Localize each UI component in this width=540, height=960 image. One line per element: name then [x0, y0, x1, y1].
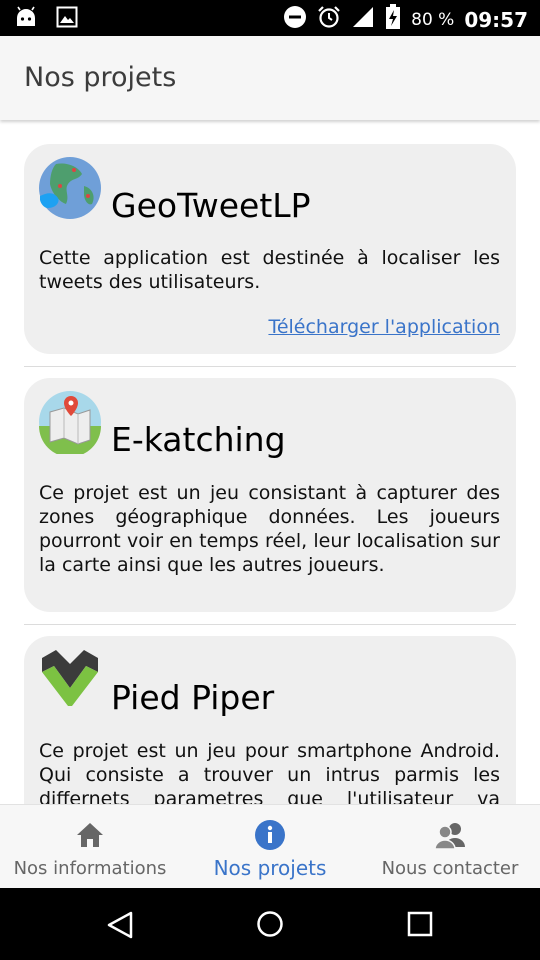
home-circle-icon[interactable]	[256, 910, 284, 943]
globe-twitter-icon	[38, 156, 102, 220]
nav-label: Nos projets	[213, 856, 327, 880]
nav-label: Nous contacter	[381, 858, 519, 879]
signal-icon	[351, 5, 375, 34]
nav-label: Nos informations	[13, 858, 167, 879]
contacts-icon	[434, 819, 466, 851]
back-icon[interactable]	[106, 910, 134, 945]
project-description: Ce projet est un jeu pour smartphone And…	[39, 740, 500, 804]
clock: 09:57	[464, 7, 528, 32]
battery-percentage: 80 %	[411, 9, 455, 30]
pied-piper-logo-icon	[38, 648, 102, 712]
divider	[24, 366, 516, 367]
android-icon	[14, 6, 38, 33]
app-bar: Nos projets	[0, 36, 540, 120]
recents-icon[interactable]	[407, 911, 433, 942]
project-card-ekatching: E-katching Ce projet est un jeu consista…	[24, 378, 516, 612]
system-navigation-bar	[0, 888, 540, 960]
project-card-pied-piper: Pied Piper Ce projet est un jeu pour sma…	[24, 636, 516, 804]
status-bar: 80 % 09:57	[0, 0, 540, 36]
nav-item-projets[interactable]: Nos projets	[180, 805, 360, 889]
nav-item-contacter[interactable]: Nous contacter	[360, 805, 540, 889]
project-title: E-katching	[111, 420, 286, 459]
battery-charging-icon	[385, 4, 401, 35]
project-card-geotweetlp: GeoTweetLP Cette application est destiné…	[24, 144, 516, 354]
alarm-icon	[317, 5, 341, 34]
projects-list[interactable]: GeoTweetLP Cette application est destiné…	[0, 122, 540, 804]
bottom-navigation: Nos informations Nos projets Nous contac…	[0, 804, 540, 889]
page-title: Nos projets	[24, 62, 177, 93]
image-icon	[56, 6, 78, 33]
divider	[24, 624, 516, 625]
project-title: GeoTweetLP	[111, 186, 311, 225]
do-not-disturb-icon	[283, 5, 307, 34]
map-pin-icon	[38, 390, 102, 457]
home-icon	[74, 819, 106, 851]
project-description: Cette application est destinée à localis…	[39, 247, 500, 293]
info-icon	[254, 819, 286, 851]
nav-item-informations[interactable]: Nos informations	[0, 805, 180, 889]
project-title: Pied Piper	[111, 678, 275, 717]
download-app-link[interactable]: Télécharger l'application	[268, 316, 500, 338]
project-description: Ce projet est un jeu consistant à captur…	[39, 482, 500, 576]
